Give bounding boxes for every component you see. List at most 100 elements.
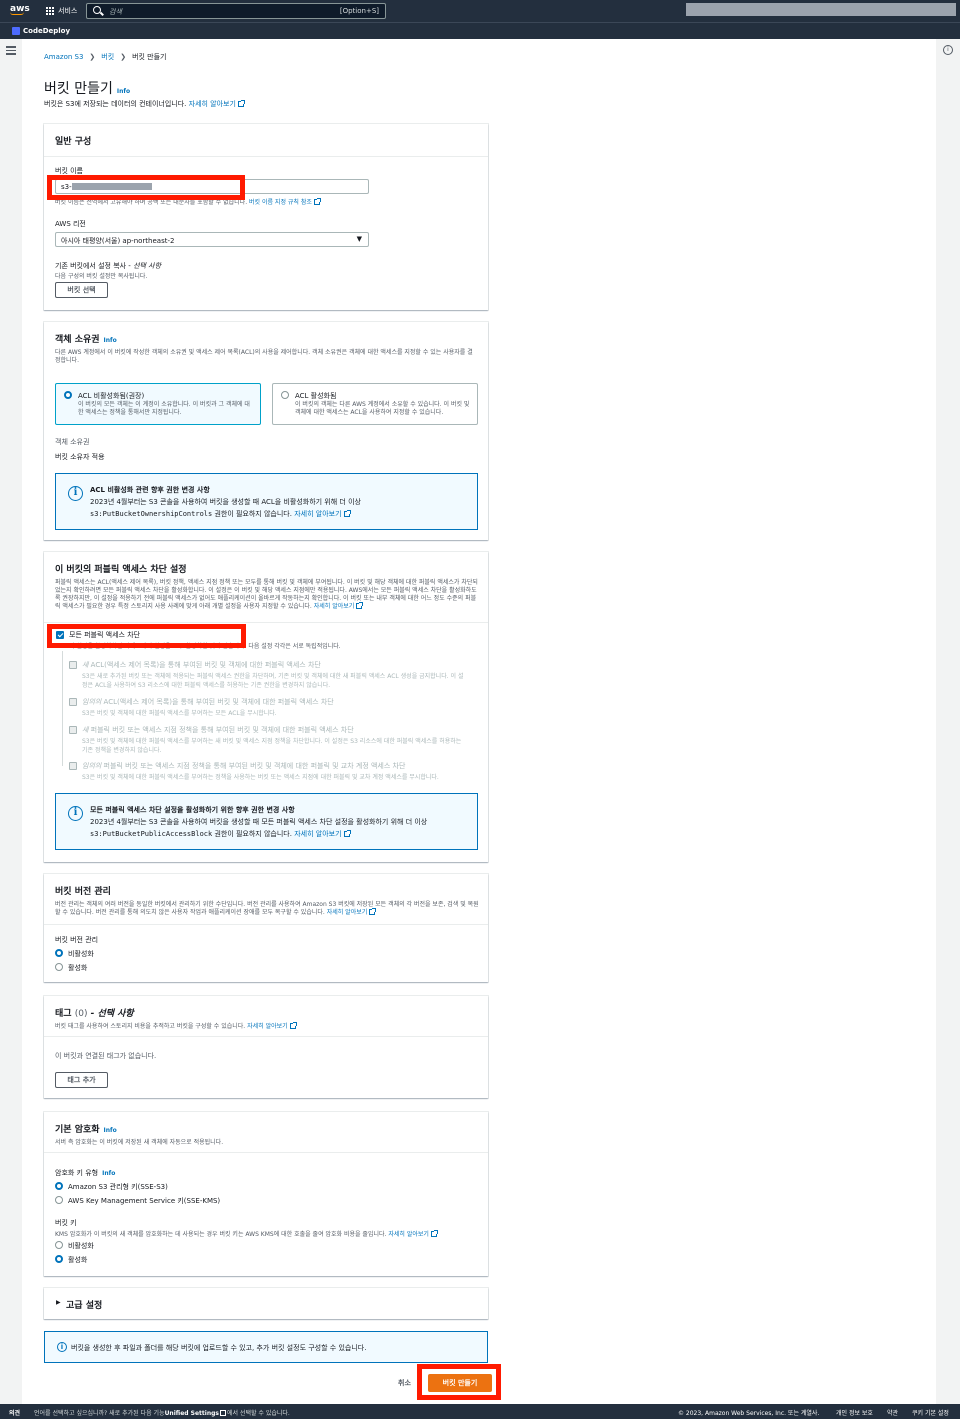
region-label: AWS 리전 (55, 220, 86, 228)
top-navigation: aws 서비스 검색 [Option+S] (0, 0, 960, 22)
cancel-button[interactable]: 취소 (398, 1378, 411, 1388)
cookie-preferences-link[interactable]: 쿠키 기본 설정 (912, 1408, 949, 1417)
info-icon: i (57, 1342, 67, 1352)
object-ownership-panel: 객체 소유권 Info 다른 AWS 계정에서 이 버킷에 작성한 객체의 소유권… (44, 322, 488, 540)
service-bar: CodeDeploy (0, 22, 960, 39)
acl-info-alert: i ACL 비활성화 관련 향후 권한 변경 사항 2023년 4월부터는 S3… (55, 473, 478, 530)
bucket-key-disable-radio[interactable] (55, 1241, 63, 1249)
section-title: 태그 (0) - 선택 사항 (55, 1009, 134, 1019)
naming-rules-link[interactable]: 버킷 이름 지정 규칙 참조 (249, 199, 312, 206)
learn-more-link[interactable]: 자세히 알아보기 (294, 830, 341, 838)
copyright: © 2023, Amazon Web Services, Inc. 또는 계열사… (678, 1410, 820, 1417)
versioning-disable-radio[interactable] (55, 949, 63, 957)
privacy-link[interactable]: 개인 정보 보호 (836, 1408, 873, 1417)
caret-right-icon: ▶ (56, 1299, 61, 1306)
section-title: 객체 소유권 Info (55, 335, 117, 345)
region-select[interactable]: 아시아 태평양(서울) ap-northeast-2 ▼ (55, 232, 369, 247)
info-link[interactable]: Info (117, 88, 130, 95)
section-desc: 퍼블릭 액세스는 ACL(액세스 제어 목록), 버킷 정책, 액세스 지점 정… (55, 579, 478, 610)
aws-logo[interactable]: aws (10, 4, 30, 15)
post-create-notice: i 버킷을 생성한 후 파일과 폴더를 해당 버킷에 업로드할 수 있고, 추가… (44, 1331, 488, 1363)
tags-empty-text: 이 버킷과 연결된 태그가 없습니다. (55, 1052, 157, 1060)
info-icon: i (68, 806, 83, 821)
section-desc: 서버 측 암호화는 이 버킷에 저장된 새 객체에 자동으로 적용됩니다. (55, 1139, 224, 1146)
ownership-value: 버킷 소유자 적용 (55, 453, 105, 461)
sse-s3-radio[interactable] (55, 1182, 63, 1190)
external-link-icon (369, 908, 377, 915)
radio-selected[interactable] (64, 391, 72, 399)
acl-enabled-option[interactable]: ACL 활성화됨 이 버킷의 객체는 다른 AWS 계정에서 소유할 수 있습니… (272, 383, 478, 425)
section-title: 일반 구성 (55, 137, 92, 147)
menu-icon[interactable] (6, 46, 16, 57)
general-config-panel: 일반 구성 버킷 이름 s3- 버킷 이름은 전역에서 고유해야 하며 공백 또… (44, 124, 488, 310)
language-prompt: 언어를 선택하고 싶으십니까? 새로 추가된 다음 기능Unified Sett… (34, 1410, 290, 1417)
section-title: 버킷 버전 관리 (55, 887, 111, 897)
page-description: 버킷은 S3에 저장되는 데이터의 컨테이너입니다. 자세히 알아보기 (44, 99, 245, 109)
acl-disabled-option[interactable]: ACL 비활성화됨(권장) 이 버킷의 모든 객체는 이 계정이 소유합니다. … (55, 383, 261, 425)
versioning-label: 버킷 버전 관리 (55, 936, 99, 944)
learn-more-link[interactable]: 자세히 알아보기 (314, 603, 355, 610)
external-link-icon (313, 198, 321, 205)
section-title: 이 버킷의 퍼블릭 액세스 차단 설정 (55, 565, 187, 575)
search-input[interactable]: 검색 [Option+S] (86, 3, 386, 19)
codedeploy-icon (12, 27, 20, 35)
learn-more-link[interactable]: 자세히 알아보기 (327, 909, 368, 916)
caret-down-icon: ▼ (356, 235, 362, 243)
block-any-acl-checkbox (69, 698, 77, 706)
highlight-box (47, 624, 246, 648)
unified-settings-link[interactable]: Unified Settings (165, 1410, 219, 1417)
search-icon (93, 6, 101, 14)
learn-more-link[interactable]: 자세히 알아보기 (189, 100, 245, 108)
versioning-panel: 버킷 버전 관리 버전 관리는 객체의 여러 버전을 동일한 버킷에서 관리하기… (44, 874, 488, 982)
learn-more-link[interactable]: 자세히 알아보기 (294, 510, 341, 518)
info-link[interactable]: Info (104, 1127, 117, 1134)
info-panel-icon[interactable]: i (943, 45, 953, 55)
terms-link[interactable]: 약관 (887, 1408, 898, 1417)
block-new-acl-checkbox (69, 661, 77, 669)
feedback-link[interactable]: 의견 (9, 1408, 20, 1417)
breadcrumb-current: 버킷 만들기 (132, 53, 167, 61)
info-icon: i (68, 486, 83, 501)
external-link-icon (219, 1410, 226, 1416)
page-title: 버킷 만들기 Info (44, 81, 131, 97)
encryption-panel: 기본 암호화 Info 서버 측 암호화는 이 버킷에 저장된 새 객체에 자동으… (44, 1112, 488, 1276)
section-desc: 버전 관리는 객체의 여러 버전을 동일한 버킷에서 관리하기 위한 수단입니다… (55, 901, 479, 916)
learn-more-link[interactable]: 자세히 알아보기 (388, 1231, 429, 1238)
public-access-info-alert: i 모든 퍼블릭 액세스 차단 설정을 활성화하기 위한 향후 권한 변경 사항… (55, 793, 478, 850)
versioning-enable-radio[interactable] (55, 963, 63, 971)
external-link-icon (237, 100, 245, 107)
footer: 의견 언어를 선택하고 싶으십니까? 새로 추가된 다음 기능Unified S… (0, 1404, 960, 1419)
copy-settings-desc: 다음 구성의 버킷 설정만 복사됩니다. (55, 273, 148, 280)
advanced-settings-panel[interactable]: ▶ 고급 설정 (44, 1288, 488, 1319)
copy-settings-label: 기존 버킷에서 설정 복사 - 선택 사항 (55, 262, 162, 270)
ownership-label: 객체 소유권 (55, 438, 90, 446)
services-menu[interactable]: 서비스 (46, 6, 77, 16)
bucket-key-enable-radio[interactable] (55, 1255, 63, 1263)
advanced-settings-toggle[interactable]: 고급 설정 (66, 1298, 102, 1311)
external-link-icon (430, 1230, 438, 1237)
section-title: 기본 암호화 Info (55, 1125, 117, 1135)
section-desc: 버킷 태그를 사용하여 스토리지 비용을 추적하고 버킷을 구성할 수 있습니다… (55, 1022, 477, 1031)
section-desc: 다른 AWS 계정에서 이 버킷에 작성한 객체의 소유권 및 액세스 제어 목… (55, 349, 473, 364)
learn-more-link[interactable]: 자세히 알아보기 (247, 1023, 288, 1030)
account-menu-redacted[interactable] (686, 3, 956, 16)
add-tag-button[interactable]: 태그 추가 (55, 1072, 108, 1088)
breadcrumb: Amazon S3 ❯ 버킷 ❯ 버킷 만들기 (44, 52, 167, 62)
sse-kms-radio[interactable] (55, 1196, 63, 1204)
external-link-icon (356, 602, 364, 609)
block-new-policy-checkbox (69, 726, 77, 734)
external-link-icon (289, 1022, 297, 1029)
grid-icon (46, 7, 54, 15)
radio-unselected[interactable] (281, 391, 289, 399)
breadcrumb-s3[interactable]: Amazon S3 (44, 53, 83, 61)
info-link[interactable]: Info (104, 337, 117, 344)
key-type-label: 암호화 키 유형 Info (55, 1169, 116, 1177)
chevron-right-icon: ❯ (120, 53, 127, 61)
highlight-box (417, 1364, 501, 1400)
codedeploy-favorite[interactable]: CodeDeploy (12, 27, 70, 35)
tags-panel: 태그 (0) - 선택 사항 버킷 태그를 사용하여 스토리지 비용을 추적하고… (44, 996, 488, 1098)
choose-bucket-button[interactable]: 버킷 선택 (55, 282, 108, 298)
breadcrumb-buckets[interactable]: 버킷 (101, 52, 114, 62)
bucket-key-desc: KMS 암호화가 이 버킷의 새 객체를 암호화하는 데 사용되는 경우 버킷 … (55, 1229, 438, 1238)
external-link-icon (343, 510, 351, 517)
